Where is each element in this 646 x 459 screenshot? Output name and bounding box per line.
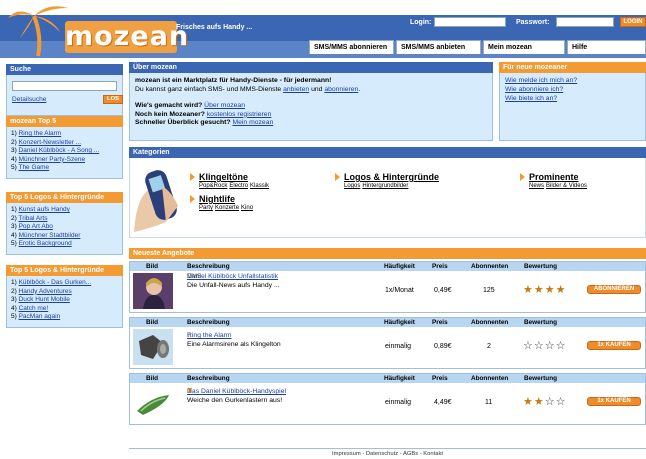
help-link-abonnieren[interactable]: Wie abonniere ich? bbox=[505, 86, 563, 93]
kaufen-button[interactable]: 1x KAUFEN bbox=[587, 397, 641, 406]
offer-desc: Weiche den Gurkenlastern aus! bbox=[187, 396, 283, 404]
ueber-mozean-link[interactable]: Über mozean bbox=[204, 102, 245, 109]
top5-logos-box-1: Top 5 Logos & Hintergründe 1) Kunst aufs… bbox=[6, 192, 123, 255]
new-users-box: Für neue mozeaner Wie melde ich mich an?… bbox=[499, 62, 646, 141]
footer-agbs-link[interactable]: AGBs bbox=[403, 451, 418, 457]
register-link[interactable]: kostenlos registrieren bbox=[207, 111, 272, 118]
list-item: 3) Duck Hunt Mobile bbox=[11, 296, 70, 304]
list-item: 2) Tribal Arts bbox=[11, 214, 48, 222]
list-item: 3) Daniel Küblböck - A Song ... bbox=[11, 147, 100, 155]
password-label: Passwort: bbox=[516, 19, 550, 26]
login-label: Login: bbox=[410, 19, 432, 26]
list-item: 4) Münchner Party-Szene bbox=[11, 155, 86, 163]
categories-box: Kategorien Klingeltöne Pop&Rock Electro Kl… bbox=[129, 147, 646, 238]
offer-price: 0,49€ bbox=[434, 287, 452, 294]
list-item: 1) Ring the Alarm bbox=[11, 130, 62, 137]
category-nightlife: Nightlife Party Konzerte Kino bbox=[190, 194, 255, 211]
top5-logos-box-2: Top 5 Logos & Hintergründe 1) Küblböck -… bbox=[6, 265, 123, 328]
offer-price: 4,49€ bbox=[434, 399, 452, 406]
tab-hilfe[interactable]: Hilfe bbox=[567, 40, 646, 54]
search-title: Suche bbox=[6, 64, 123, 75]
offer-title[interactable]: Das Daniel Küblböck-Handyspiel bbox=[187, 388, 286, 395]
help-link-anbieten[interactable]: Wie biete ich an? bbox=[505, 95, 557, 102]
about-headline: mozean ist ein Marktplatz für Handy-Dien… bbox=[135, 77, 332, 84]
site-logo[interactable]: mozean bbox=[8, 2, 190, 57]
help-link-anmelden[interactable]: Wie melde ich mich an? bbox=[505, 77, 577, 84]
footer: Impressum - Datenschutz - AGBs - Kontakt bbox=[129, 448, 646, 459]
mozean-top5-box: mozean Top 5 1) Ring the Alarm 2) Konzer… bbox=[6, 116, 123, 179]
top5-logos-title: Top 5 Logos & Hintergründe bbox=[6, 265, 123, 276]
offer-row: Bild Beschreibung Häufigkeit Preis Abonnente… bbox=[129, 317, 646, 369]
offer-subscribers: 125 bbox=[483, 287, 495, 294]
offer-image bbox=[133, 273, 173, 309]
top5-list: 1) Ring the Alarm 2) Konzert-Newsletter … bbox=[6, 127, 123, 179]
list-item: 4) Münchner Stadtbilder bbox=[11, 231, 81, 239]
offer-row: Bild Beschreibung Häufigkeit Preis Abonnente… bbox=[129, 261, 646, 313]
tab-sms-mms-anbieten[interactable]: SMS/MMS anbieten bbox=[396, 40, 481, 54]
abonnieren-link[interactable]: abonnieren bbox=[324, 86, 358, 93]
list-item: 5) The Game bbox=[11, 164, 50, 172]
login-input[interactable] bbox=[434, 17, 506, 27]
about-title: Über mozean bbox=[129, 62, 493, 73]
categories-title: Kategorien bbox=[129, 147, 646, 158]
search-button[interactable]: LOS bbox=[103, 95, 123, 104]
offers-title: Neueste Angebote bbox=[129, 248, 646, 259]
tab-sms-mms-abonnieren[interactable]: SMS/MMS abonnieren bbox=[309, 40, 394, 54]
tab-mein-mozean[interactable]: Mein mozean bbox=[483, 40, 565, 54]
login-button[interactable]: LOGIN bbox=[620, 17, 646, 27]
top5-logos-list: 1) Küblböck - Das Gurken... 2) Handy Adv… bbox=[6, 276, 123, 328]
list-item: 1) Kunst aufs Handy bbox=[11, 206, 70, 213]
abonnieren-button[interactable]: ABONNIEREN bbox=[587, 285, 641, 294]
list-item: 5) Erotic Background bbox=[11, 240, 72, 248]
rating-stars[interactable]: ★★ ☆☆ bbox=[523, 395, 565, 408]
offer-title[interactable]: Ring the Alarm bbox=[187, 332, 232, 339]
list-item: 2) Konzert-Newsletter ... bbox=[11, 138, 82, 146]
newest-offers-box: Neueste Angebote Bild Beschreibung Häufigk… bbox=[129, 248, 646, 428]
offer-row: Bild Beschreibung Häufigkeit Preis Abonnente… bbox=[129, 373, 646, 425]
music-note-icon: ♫ bbox=[187, 332, 193, 339]
password-input[interactable] bbox=[556, 17, 614, 27]
footer-impressum-link[interactable]: Impressum bbox=[332, 451, 361, 457]
offer-frequency: einmalig bbox=[385, 399, 412, 406]
rating-stars[interactable]: ☆☆☆☆ bbox=[523, 339, 566, 352]
anbieten-link[interactable]: anbieten bbox=[283, 86, 309, 93]
offer-desc: Die Unfall-News aufs Handy ... bbox=[187, 281, 280, 289]
mms-badge-icon: MMS bbox=[187, 274, 201, 280]
top5-logos-list: 1) Kunst aufs Handy 2) Tribal Arts 3) Po… bbox=[6, 203, 123, 255]
kaufen-button[interactable]: 1x KAUFEN bbox=[587, 341, 641, 350]
header: mozean Frisches aufs Handy ... Login: Pa… bbox=[0, 0, 646, 58]
footer-kontakt-link[interactable]: Kontakt bbox=[423, 451, 443, 457]
top5-title: mozean Top 5 bbox=[6, 116, 123, 127]
phone-hand-image bbox=[134, 170, 178, 232]
about-intro: Du kannst ganz einfach SMS- und MMS-Dien… bbox=[135, 85, 361, 93]
list-item: 5) PacMan again bbox=[11, 313, 61, 321]
list-item: 1) Küblböck - Das Gurken... bbox=[11, 279, 92, 286]
category-klingeltoene: Klingeltöne Pop&Rock Electro Klassik bbox=[190, 172, 271, 189]
list-item: 3) Pop Art Abo bbox=[11, 223, 53, 231]
search-input[interactable] bbox=[12, 81, 117, 91]
offer-desc: Eine Alarmsirene als Klingelton bbox=[187, 340, 281, 348]
new-users-title: Für neue mozeaner bbox=[499, 62, 646, 73]
category-logos: Logos & Hintergründe Logos Hintergrundbil… bbox=[335, 172, 439, 189]
offer-image bbox=[133, 329, 173, 365]
rating-stars[interactable]: ★★★★ bbox=[523, 283, 566, 296]
offer-subscribers: 11 bbox=[485, 399, 493, 406]
offer-frequency: einmalig bbox=[385, 343, 412, 350]
offer-price: 0,89€ bbox=[434, 343, 452, 350]
tagline: Frisches aufs Handy ... bbox=[176, 24, 253, 31]
list-item: 4) Catch me! bbox=[11, 304, 49, 312]
game-icon: ♜ bbox=[187, 388, 194, 395]
list-item: 2) Handy Adventures bbox=[11, 287, 72, 295]
offer-image bbox=[133, 385, 173, 421]
category-prominente: Prominente News Bilder & Videos bbox=[520, 172, 589, 189]
search-box: Suche Detailsuche LOS bbox=[6, 64, 123, 116]
logo-wordmark: mozean bbox=[65, 21, 190, 53]
top5-logos-title: Top 5 Logos & Hintergründe bbox=[6, 192, 123, 203]
detailsuche-link[interactable]: Detailsuche bbox=[12, 96, 46, 103]
offer-subscribers: 2 bbox=[487, 343, 491, 350]
offer-frequency: 1x/Monat bbox=[385, 287, 414, 294]
about-mozean-box: Über mozean mozean ist ein Marktplatz fü… bbox=[129, 62, 493, 141]
footer-datenschutz-link[interactable]: Datenschutz bbox=[366, 451, 398, 457]
mein-mozean-link[interactable]: Mein mozean bbox=[232, 119, 273, 126]
